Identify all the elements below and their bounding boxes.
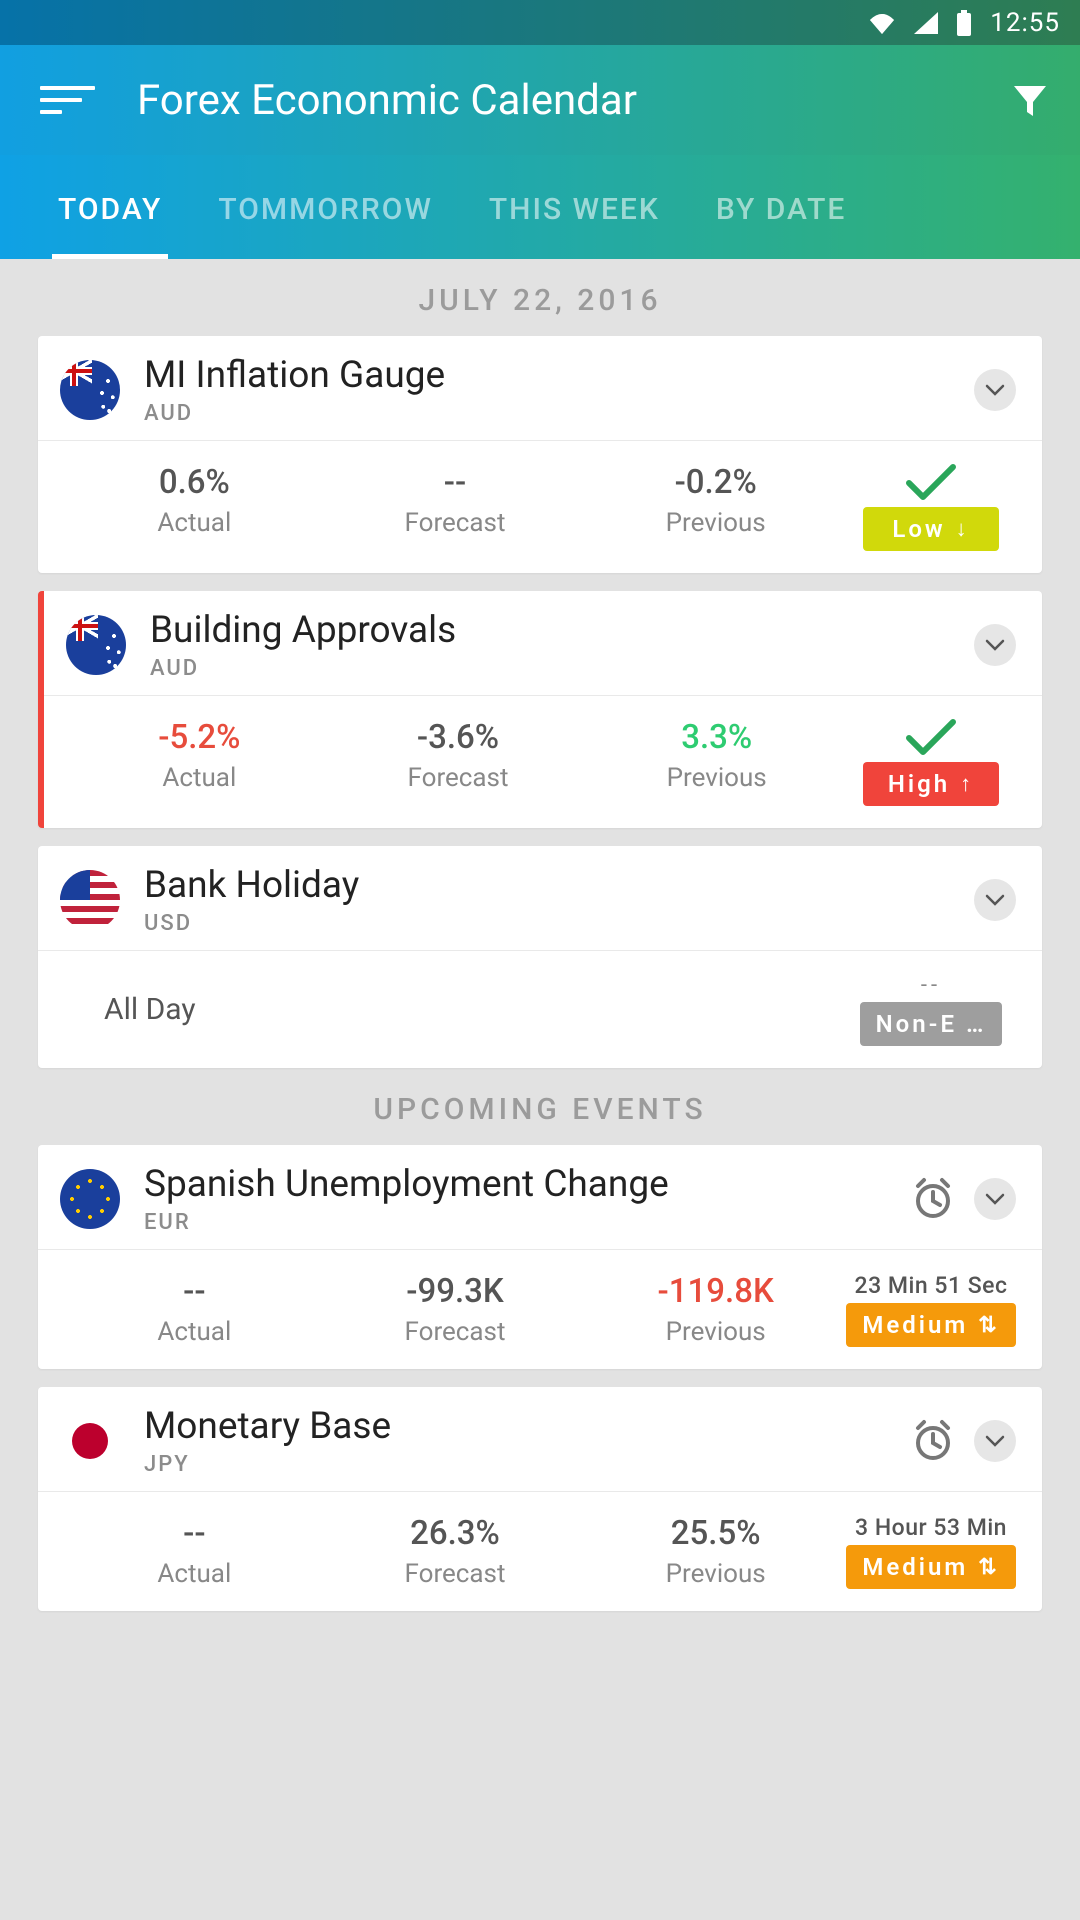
impact-badge: Medium⇅ (846, 1303, 1015, 1347)
chevron-down-icon (984, 634, 1006, 656)
battery-icon (956, 10, 972, 36)
upcoming-events: Spanish Unemployment Change EUR -- Actua… (0, 1145, 1080, 1611)
status-clock: 12:55 (990, 8, 1060, 38)
actual-label: Actual (64, 508, 325, 538)
flag-icon-jp (60, 1411, 120, 1471)
actual-value: 0.6% (64, 463, 325, 502)
impact-badge: Low↓ (863, 507, 999, 551)
event-title: MI Inflation Gauge (144, 354, 974, 397)
impact-dash: -- (921, 973, 941, 998)
expand-button[interactable] (974, 1178, 1016, 1220)
event-currency: JPY (144, 1452, 910, 1477)
menu-icon[interactable] (40, 80, 95, 120)
event-currency: EUR (144, 1210, 910, 1235)
arrow-down-icon: ↓ (956, 516, 970, 542)
check-icon (905, 718, 957, 758)
tab-by-date[interactable]: BY DATE (688, 192, 874, 259)
actual-label: Actual (70, 763, 329, 793)
arrow-both-icon: ⇅ (978, 1313, 999, 1338)
expand-button[interactable] (974, 1420, 1016, 1462)
forecast-value: -3.6% (329, 718, 588, 757)
previous-value: -0.2% (585, 463, 846, 502)
event-currency: USD (144, 911, 974, 936)
impact-badge: High↑ (863, 762, 999, 806)
arrow-up-icon: ↑ (960, 771, 974, 797)
expand-button[interactable] (974, 624, 1016, 666)
impact-badge: Non-E … (860, 1002, 1003, 1046)
wifi-icon (868, 12, 896, 34)
actual-label: Actual (64, 1559, 325, 1589)
actual-value: -- (64, 1272, 325, 1311)
page-title: Forex Econonmic Calendar (137, 76, 1010, 125)
filter-icon[interactable] (1010, 80, 1050, 120)
forecast-value: -- (325, 463, 586, 502)
actual-value: -- (64, 1514, 325, 1553)
tab-this-week[interactable]: THIS WEEK (461, 192, 688, 259)
countdown: 23 Min 51 Sec (855, 1272, 1008, 1299)
previous-value: 3.3% (587, 718, 846, 757)
chevron-down-icon (984, 1430, 1006, 1452)
flag-icon-us (60, 870, 120, 930)
chevron-down-icon (984, 889, 1006, 911)
event-card[interactable]: Spanish Unemployment Change EUR -- Actua… (38, 1145, 1042, 1369)
event-currency: AUD (144, 401, 974, 426)
check-icon (905, 463, 957, 503)
app-bar: Forex Econonmic Calendar (0, 45, 1080, 155)
forecast-label: Forecast (325, 1559, 586, 1589)
previous-label: Previous (587, 763, 846, 793)
section-date: JULY 22, 2016 (0, 259, 1080, 336)
event-title: Monetary Base (144, 1405, 910, 1448)
flag-icon-au (60, 360, 120, 420)
alarm-icon[interactable] (910, 1418, 956, 1464)
event-card[interactable]: Building Approvals AUD -5.2% Actual -3.6… (38, 591, 1042, 828)
tab-today[interactable]: TODAY (30, 192, 190, 259)
previous-value: 25.5% (585, 1514, 846, 1553)
event-card[interactable]: MI Inflation Gauge AUD 0.6% Actual -- Fo… (38, 336, 1042, 573)
impact-badge: Medium⇅ (846, 1545, 1015, 1589)
event-title: Bank Holiday (144, 864, 974, 907)
event-title: Spanish Unemployment Change (144, 1163, 910, 1206)
chevron-down-icon (984, 1188, 1006, 1210)
status-bar: 12:55 (0, 0, 1080, 45)
forecast-label: Forecast (329, 763, 588, 793)
actual-label: Actual (64, 1317, 325, 1347)
tabs: TODAY TOMMORROW THIS WEEK BY DATE (0, 155, 1080, 259)
previous-label: Previous (585, 508, 846, 538)
flag-icon-eu (60, 1169, 120, 1229)
arrow-both-icon: ⇅ (978, 1555, 999, 1580)
flag-icon-au (66, 615, 126, 675)
event-title: Building Approvals (150, 609, 974, 652)
previous-label: Previous (585, 1559, 846, 1589)
forecast-value: -99.3K (325, 1272, 586, 1311)
forecast-label: Forecast (325, 1317, 586, 1347)
event-card[interactable]: Bank Holiday USD All Day -- Non-E … (38, 846, 1042, 1068)
expand-button[interactable] (974, 369, 1016, 411)
expand-button[interactable] (974, 879, 1016, 921)
previous-value: -119.8K (585, 1272, 846, 1311)
all-day-label: All Day (64, 992, 846, 1027)
cellular-icon (914, 12, 938, 34)
tab-tomorrow[interactable]: TOMMORROW (190, 192, 461, 259)
forecast-label: Forecast (325, 508, 586, 538)
today-events: MI Inflation Gauge AUD 0.6% Actual -- Fo… (0, 336, 1080, 1068)
event-card[interactable]: Monetary Base JPY -- Actual 26.3% Foreca… (38, 1387, 1042, 1611)
forecast-value: 26.3% (325, 1514, 586, 1553)
actual-value: -5.2% (70, 718, 329, 757)
alarm-icon[interactable] (910, 1176, 956, 1222)
section-upcoming: UPCOMING EVENTS (0, 1068, 1080, 1145)
countdown: 3 Hour 53 Min (855, 1514, 1007, 1541)
previous-label: Previous (585, 1317, 846, 1347)
chevron-down-icon (984, 379, 1006, 401)
event-currency: AUD (150, 656, 974, 681)
